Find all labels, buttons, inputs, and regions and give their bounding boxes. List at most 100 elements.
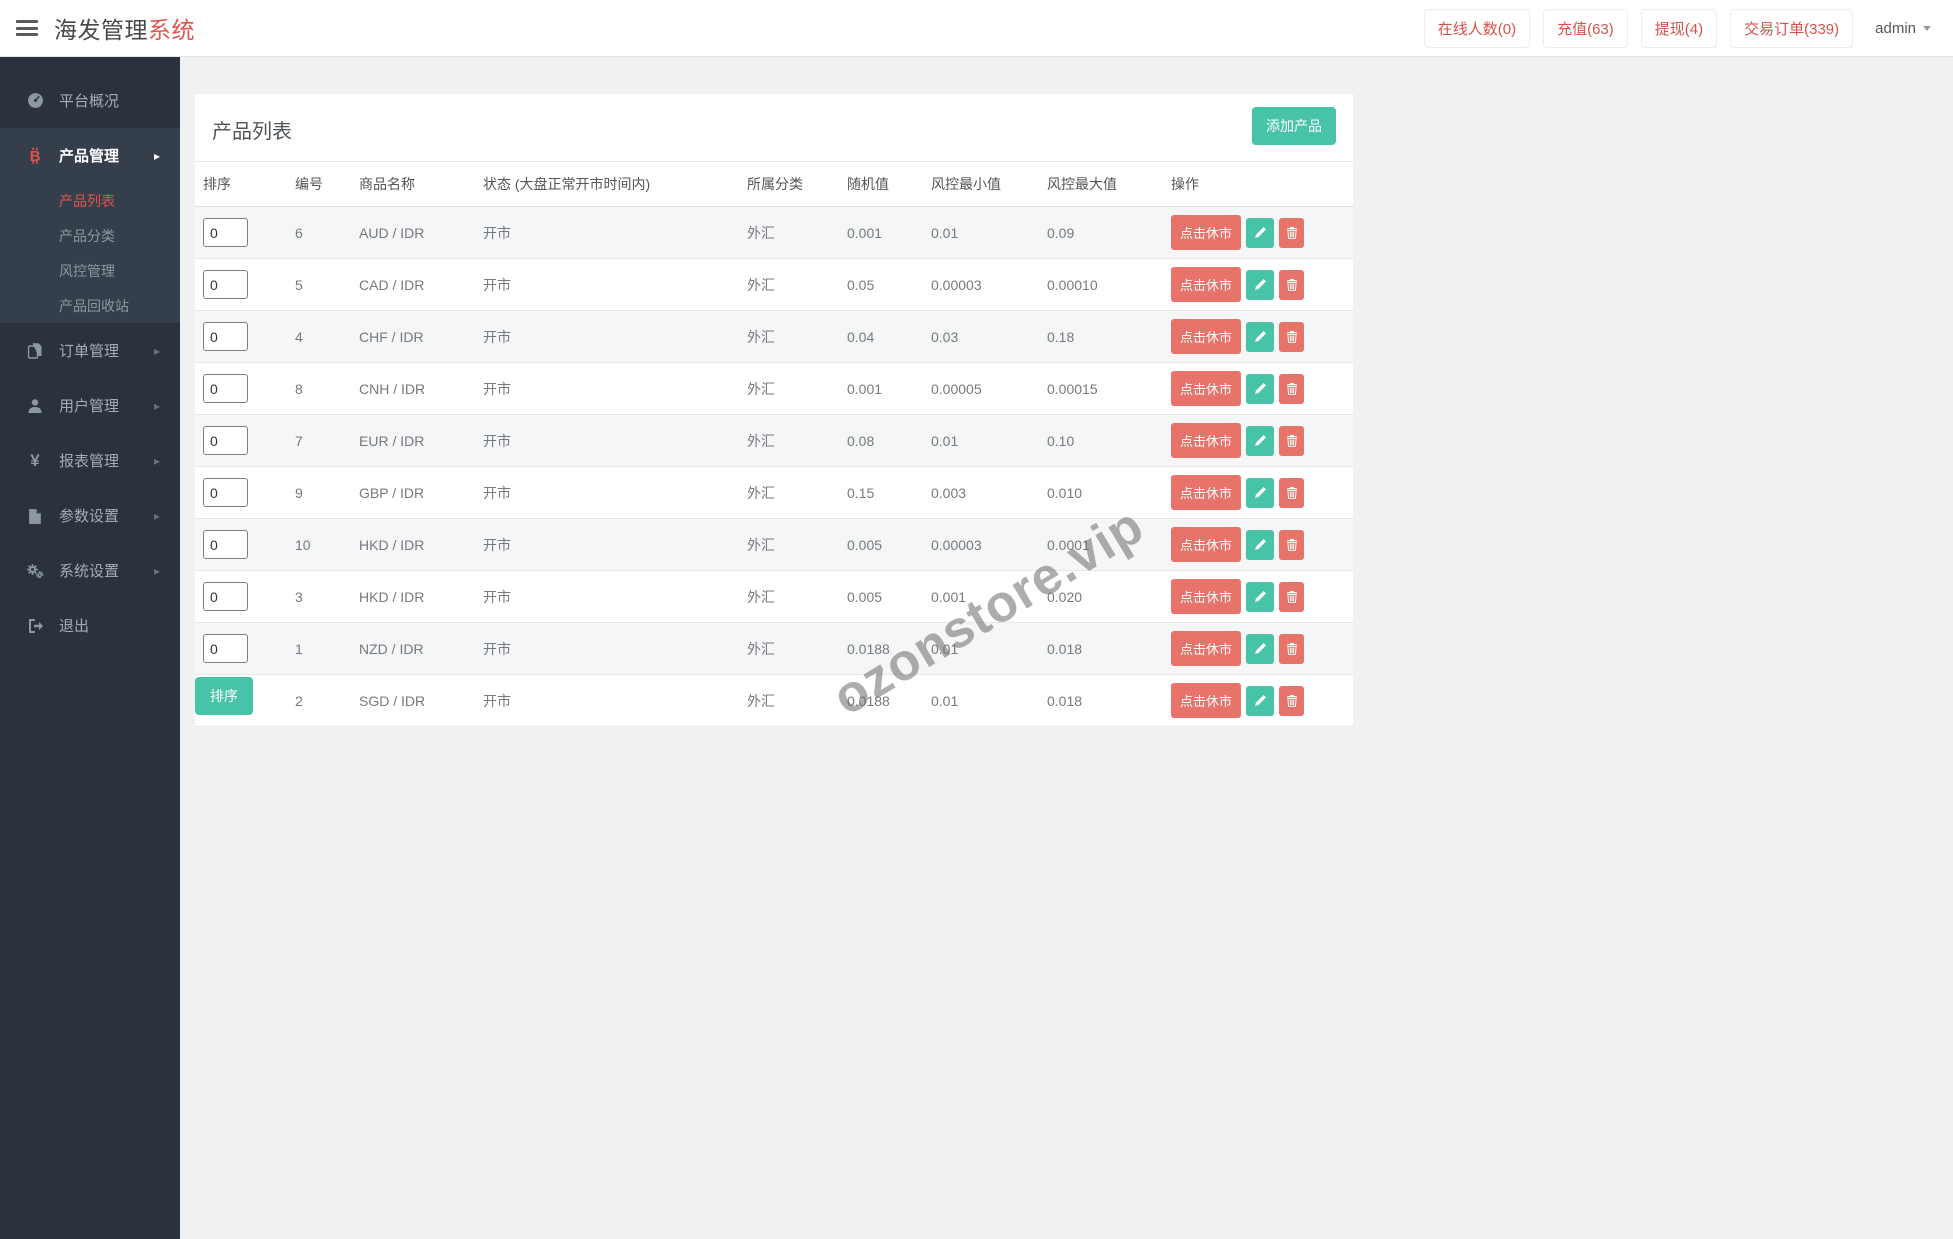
status-cell: 开市	[475, 310, 739, 363]
status-cell: 开市	[475, 518, 739, 571]
category-cell: 外汇	[739, 674, 839, 727]
table-row: 3 HKD / IDR 开市 外汇 0.005 0.001 0.020 点击休市	[195, 570, 1353, 623]
delete-button[interactable]	[1279, 477, 1305, 508]
toggle-market-button[interactable]: 点击休市	[1171, 215, 1242, 250]
toggle-market-button[interactable]: 点击休市	[1171, 423, 1242, 458]
edit-button[interactable]	[1246, 685, 1275, 716]
sort-submit-button[interactable]: 排序	[195, 677, 253, 715]
row-sort-input[interactable]	[203, 582, 248, 611]
category-cell: 外汇	[739, 414, 839, 467]
row-sort-input[interactable]	[203, 218, 248, 247]
pencil-icon	[1254, 486, 1266, 498]
sidebar-subitem-product-list[interactable]: 产品列表	[0, 183, 180, 218]
sidebar-subitem-product-category[interactable]: 产品分类	[0, 218, 180, 253]
toggle-market-button[interactable]: 点击休市	[1171, 267, 1242, 302]
online-count-button[interactable]: 在线人数(0)	[1423, 8, 1531, 48]
edit-button[interactable]	[1246, 321, 1275, 352]
edit-button[interactable]	[1246, 529, 1275, 560]
edit-button[interactable]	[1246, 633, 1275, 664]
sidebar-item-products[interactable]: B 产品管理 ▸	[0, 128, 180, 183]
chevron-right-icon: ▸	[153, 453, 160, 468]
risk-min-cell: 0.00003	[923, 258, 1039, 311]
random-cell: 0.005	[839, 518, 923, 571]
recharge-button[interactable]: 充值(63)	[1543, 8, 1628, 48]
actions-cell: 点击休市	[1171, 371, 1345, 406]
sidebar-item-overview[interactable]: 平台概况	[0, 73, 180, 128]
sidebar-subitem-risk-management[interactable]: 风控管理	[0, 253, 180, 288]
toggle-market-button[interactable]: 点击休市	[1171, 371, 1242, 406]
col-header-name: 商品名称	[351, 161, 475, 207]
edit-button[interactable]	[1246, 217, 1275, 248]
actions-cell: 点击休市	[1171, 215, 1345, 250]
add-product-button[interactable]: 添加产品	[1252, 107, 1336, 145]
row-sort-input[interactable]	[203, 530, 248, 559]
status-cell: 开市	[475, 622, 739, 675]
sidebar-item-label: 报表管理	[59, 453, 120, 470]
trade-orders-button[interactable]: 交易订单(339)	[1730, 8, 1854, 48]
toggle-market-button[interactable]: 点击休市	[1171, 319, 1242, 354]
app-root: 海发管理系统 在线人数(0) 充值(63) 提现(4) 交易订单(339) ad…	[0, 0, 1953, 1239]
sidebar-item-system[interactable]: 系统设置 ▸	[0, 543, 180, 598]
row-sort-input[interactable]	[203, 374, 248, 403]
toggle-market-button[interactable]: 点击休市	[1171, 683, 1242, 718]
sidebar-item-logout[interactable]: 退出	[0, 598, 180, 653]
edit-button[interactable]	[1246, 477, 1275, 508]
table-header-row: 排序 编号 商品名称 状态 (大盘正常开市时间内) 所属分类 随机值 风控最小值…	[195, 161, 1353, 207]
row-sort-input[interactable]	[203, 426, 248, 455]
withdraw-button[interactable]: 提现(4)	[1640, 8, 1718, 48]
edit-button[interactable]	[1246, 581, 1275, 612]
edit-button[interactable]	[1246, 269, 1275, 300]
delete-button[interactable]	[1279, 321, 1305, 352]
sidebar-item-parameters[interactable]: 参数设置 ▸	[0, 488, 180, 543]
risk-max-cell: 0.010	[1039, 466, 1163, 519]
chevron-right-icon: ▸	[153, 148, 160, 163]
delete-button[interactable]	[1279, 269, 1305, 300]
random-cell: 0.005	[839, 570, 923, 623]
pencil-icon	[1254, 590, 1266, 602]
hamburger-menu-icon[interactable]	[16, 20, 38, 36]
status-cell: 开市	[475, 570, 739, 623]
edit-button[interactable]	[1246, 373, 1275, 404]
random-cell: 0.15	[839, 466, 923, 519]
table-row: 1 NZD / IDR 开市 外汇 0.0188 0.01 0.018 点击休市	[195, 622, 1353, 675]
name-cell: CNH / IDR	[351, 362, 475, 415]
delete-button[interactable]	[1279, 373, 1305, 404]
delete-button[interactable]	[1279, 685, 1305, 716]
delete-button[interactable]	[1279, 633, 1305, 664]
row-sort-input[interactable]	[203, 634, 248, 663]
brand-accent: 系统	[148, 17, 195, 43]
product-list-panel: 产品列表 添加产品 排序 编号 商品名称 状态 (大盘正常开市时间内) 所属分类…	[195, 94, 1353, 727]
toggle-market-button[interactable]: 点击休市	[1171, 475, 1242, 510]
trash-icon	[1286, 434, 1297, 447]
user-menu[interactable]: admin	[1875, 20, 1931, 37]
toggle-market-button[interactable]: 点击休市	[1171, 631, 1242, 666]
sidebar-subitem-product-recycle[interactable]: 产品回收站	[0, 288, 180, 323]
toggle-market-button[interactable]: 点击休市	[1171, 579, 1242, 614]
name-cell: CAD / IDR	[351, 258, 475, 311]
table-row: 5 CAD / IDR 开市 外汇 0.05 0.00003 0.00010 点…	[195, 258, 1353, 311]
id-cell: 10	[287, 518, 351, 571]
col-header-random: 随机值	[839, 161, 923, 207]
table-row: 4 CHF / IDR 开市 外汇 0.04 0.03 0.18 点击休市	[195, 310, 1353, 363]
row-sort-input[interactable]	[203, 322, 248, 351]
sidebar-item-users[interactable]: 用户管理 ▸	[0, 378, 180, 433]
delete-button[interactable]	[1279, 529, 1305, 560]
sidebar-item-reports[interactable]: ¥ 报表管理 ▸	[0, 433, 180, 488]
chevron-right-icon: ▸	[153, 398, 160, 413]
row-sort-input[interactable]	[203, 478, 248, 507]
chevron-right-icon: ▸	[153, 563, 160, 578]
category-cell: 外汇	[739, 206, 839, 259]
id-cell: 2	[287, 674, 351, 727]
random-cell: 0.0188	[839, 674, 923, 727]
row-sort-input[interactable]	[203, 270, 248, 299]
delete-button[interactable]	[1279, 425, 1305, 456]
delete-button[interactable]	[1279, 217, 1305, 248]
delete-button[interactable]	[1279, 581, 1305, 612]
actions-cell: 点击休市	[1171, 423, 1345, 458]
toggle-market-button[interactable]: 点击休市	[1171, 527, 1242, 562]
edit-button[interactable]	[1246, 425, 1275, 456]
sidebar-item-orders[interactable]: 订单管理 ▸	[0, 323, 180, 378]
risk-min-cell: 0.01	[923, 414, 1039, 467]
table-row: 7 EUR / IDR 开市 外汇 0.08 0.01 0.10 点击休市	[195, 414, 1353, 467]
status-cell: 开市	[475, 258, 739, 311]
